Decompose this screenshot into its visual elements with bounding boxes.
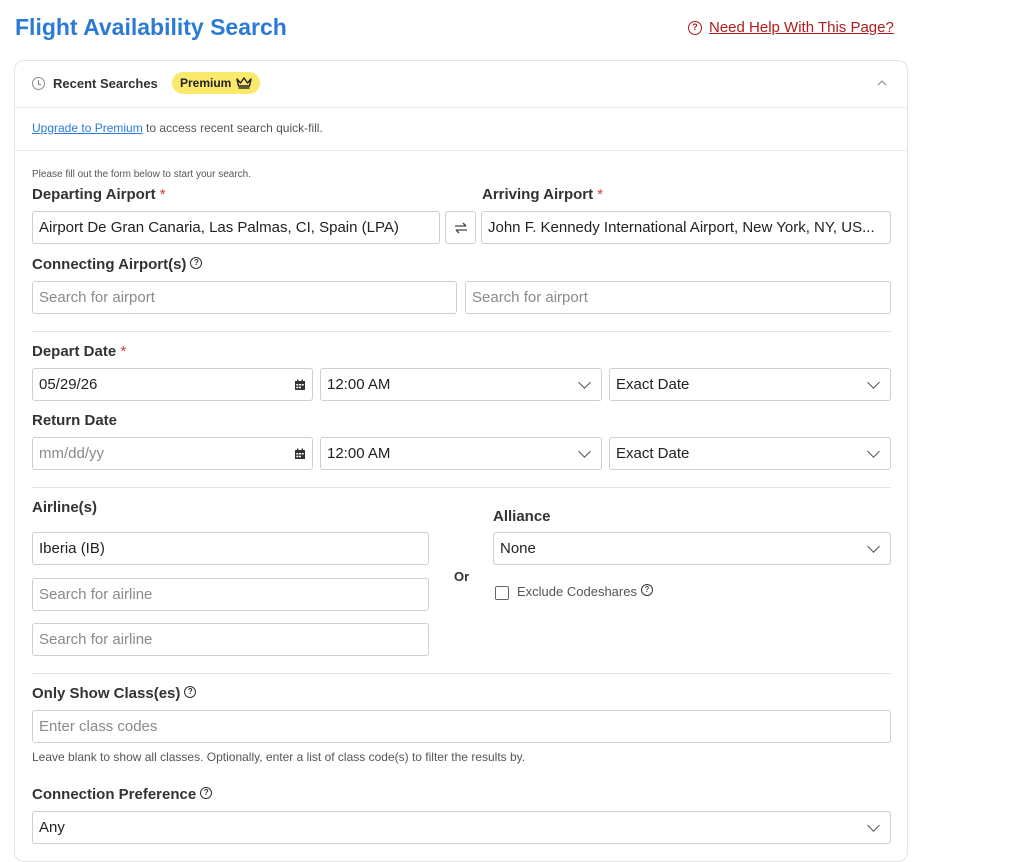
required-mark: * [159,186,166,203]
upgrade-row: Upgrade to Premium to access recent sear… [32,121,323,135]
airline-placeholder-3: Search for airline [39,631,153,648]
upgrade-link[interactable]: Upgrade to Premium [32,121,143,135]
departing-airport-label-text: Departing Airport [32,186,156,203]
airline-value-1: Iberia (IB) [39,540,105,557]
chevron-down-icon [867,445,880,458]
help-link[interactable]: ? Need Help With This Page? [688,19,894,36]
connection-preference-label-text: Connection Preference [32,786,197,803]
question-circle-icon: ? [688,20,702,35]
arriving-airport-input[interactable]: John F. Kennedy International Airport, N… [481,211,891,244]
help-icon[interactable]: ? [200,787,213,799]
or-separator: Or [454,569,470,584]
required-mark: * [120,343,127,360]
divider [32,331,891,332]
recent-searches-header[interactable]: Recent Searches Premium [15,61,907,108]
calendar-icon[interactable] [294,448,306,460]
recent-searches-label: Recent Searches [53,76,158,91]
departing-airport-label: Departing Airport * [32,186,166,203]
help-icon[interactable]: ? [184,686,197,698]
premium-badge: Premium [172,72,261,94]
arriving-airport-label: Arriving Airport * [482,186,603,203]
connecting-airport-input-2[interactable]: Search for airport [465,281,891,314]
connecting-airports-label: Connecting Airport(s)? [32,256,203,273]
exclude-codeshares-label: Exclude Codeshares? [517,584,653,599]
swap-airports-button[interactable] [445,211,476,244]
chevron-down-icon [578,445,591,458]
exclude-codeshares-text: Exclude Codeshares [517,584,637,599]
arriving-airport-label-text: Arriving Airport [482,186,594,203]
depart-date-label-text: Depart Date [32,343,117,360]
depart-date-value: 05/29/26 [39,376,98,393]
return-time-select[interactable]: 12:00 AM [320,437,602,470]
connection-preference-label: Connection Preference? [32,786,213,803]
depart-time-value: 12:00 AM [327,376,391,393]
chevron-down-icon [867,376,880,389]
required-mark: * [597,186,604,203]
divider [32,487,891,488]
airline-input-2[interactable]: Search for airline [32,578,429,611]
depart-date-input[interactable]: 05/29/26 [32,368,313,401]
depart-date-label: Depart Date * [32,343,126,360]
classes-label-text: Only Show Class(es) [32,685,181,702]
connecting-airports-label-text: Connecting Airport(s) [32,256,187,273]
chevron-down-icon [867,540,880,553]
calendar-icon[interactable] [294,379,306,391]
chevron-down-icon [578,376,591,389]
airline-input-3[interactable]: Search for airline [32,623,429,656]
connecting-airport-placeholder-2: Search for airport [472,289,588,306]
chevron-down-icon [867,819,880,832]
search-card: Recent Searches Premium Upgrade to Premi… [14,60,908,862]
classes-hint: Leave blank to show all classes. Optiona… [32,750,526,764]
return-flex-value: Exact Date [616,445,690,462]
help-icon[interactable]: ? [640,584,653,596]
return-date-input[interactable]: mm/dd/yy [32,437,313,470]
alliance-label: Alliance [493,508,551,525]
return-time-value: 12:00 AM [327,445,391,462]
return-flex-select[interactable]: Exact Date [609,437,891,470]
airlines-label: Airline(s) [32,499,98,516]
return-date-placeholder: mm/dd/yy [39,445,105,462]
swap-icon [454,222,467,233]
divider [15,150,907,151]
exclude-codeshares-checkbox[interactable] [495,586,509,600]
depart-time-select[interactable]: 12:00 AM [320,368,602,401]
help-icon[interactable]: ? [190,257,203,269]
classes-label: Only Show Class(es)? [32,685,197,702]
departing-airport-value: Airport De Gran Canaria, Las Palmas, CI,… [39,219,399,236]
class-codes-placeholder: Enter class codes [39,718,158,735]
help-link-text[interactable]: Need Help With This Page? [709,19,894,36]
divider [32,673,891,674]
form-note: Please fill out the form below to start … [32,169,251,180]
departing-airport-input[interactable]: Airport De Gran Canaria, Las Palmas, CI,… [32,211,440,244]
chevron-up-icon[interactable] [875,76,889,90]
upgrade-text: to access recent search quick-fill. [142,121,323,135]
crown-icon [236,77,253,89]
return-date-label: Return Date [32,412,118,429]
class-codes-input[interactable]: Enter class codes [32,710,891,743]
page-title: Flight Availability Search [15,14,287,40]
arriving-airport-value: John F. Kennedy International Airport, N… [488,219,875,236]
alliance-value: None [500,540,536,557]
depart-flex-value: Exact Date [616,376,690,393]
airline-input-1[interactable]: Iberia (IB) [32,532,429,565]
depart-flex-select[interactable]: Exact Date [609,368,891,401]
airline-placeholder-2: Search for airline [39,586,153,603]
premium-badge-label: Premium [180,76,232,90]
clock-icon [32,77,45,90]
connecting-airport-input-1[interactable]: Search for airport [32,281,457,314]
connecting-airport-placeholder-1: Search for airport [39,289,155,306]
alliance-select[interactable]: None [493,532,891,565]
